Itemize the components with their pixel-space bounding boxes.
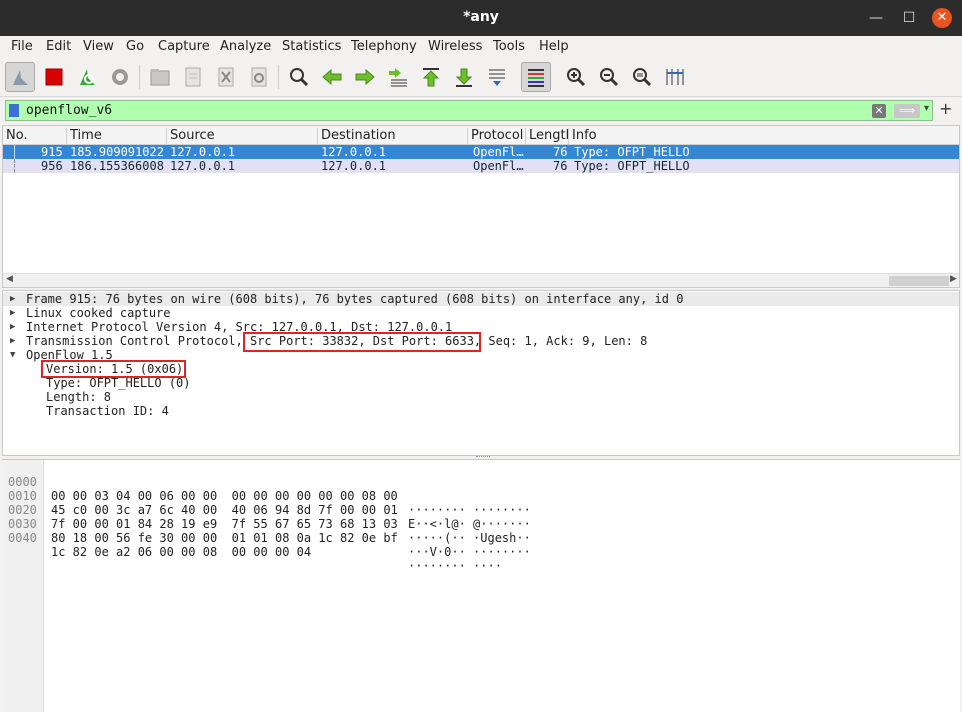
column-no[interactable]: No. <box>3 128 67 145</box>
hex-row[interactable]: 0020 7f 00 00 01 84 28 19 e9 7f 55 67 65… <box>2 489 531 545</box>
column-time[interactable]: Time <box>67 128 167 145</box>
annotation-box-ports <box>243 332 481 352</box>
display-filter-bar: ✕ ⟹ ▾ + <box>0 97 962 124</box>
toolbar-separator <box>139 65 140 89</box>
save-file-icon[interactable] <box>178 62 208 92</box>
packet-source: 127.0.0.1 <box>170 159 236 173</box>
scrollbar-thumb[interactable] <box>889 276 949 286</box>
related-packet-marker: │ <box>11 145 19 159</box>
packet-protocol: OpenFl… <box>473 159 524 173</box>
main-toolbar <box>0 57 962 97</box>
packet-row[interactable]: │ 915 185.909091022 127.0.0.1 127.0.0.1 … <box>3 145 959 159</box>
zoom-in-icon[interactable] <box>561 62 591 92</box>
stop-capture-icon[interactable] <box>39 62 69 92</box>
menu-bar: File Edit View Go Capture Analyze Statis… <box>0 36 962 57</box>
menu-telephony[interactable]: Telephony <box>351 39 417 54</box>
clear-filter-icon[interactable]: ✕ <box>872 104 886 118</box>
packet-time: 186.155366008 <box>70 159 164 173</box>
window-title: *any <box>463 9 499 25</box>
menu-view[interactable]: View <box>83 39 114 54</box>
scroll-left-icon[interactable]: ◀ <box>6 274 13 284</box>
title-bar: *any — ☐ ✕ <box>0 0 962 36</box>
column-protocol[interactable]: Protocol <box>468 128 526 145</box>
chevron-down-icon[interactable]: ▾ <box>924 103 929 114</box>
hex-row[interactable]: 0040 1c 82 0e a2 06 00 00 08 00 00 00 04… <box>2 517 502 573</box>
menu-capture[interactable]: Capture <box>158 39 210 54</box>
menu-analyze[interactable]: Analyze <box>220 39 271 54</box>
packet-length: 76 <box>553 159 568 173</box>
autoscroll-icon[interactable] <box>482 62 512 92</box>
menu-help[interactable]: Help <box>539 39 569 54</box>
maximize-icon[interactable]: ☐ <box>899 8 919 28</box>
apply-filter-icon[interactable]: ⟹ <box>894 104 920 118</box>
packet-bytes: 0000 00 00 03 04 00 06 00 00 00 00 00 00… <box>2 459 960 712</box>
go-last-icon[interactable] <box>449 62 479 92</box>
find-packet-icon[interactable] <box>284 62 314 92</box>
packet-protocol: OpenFl… <box>473 145 524 159</box>
packet-info: Type: OFPT_HELLO <box>574 159 690 173</box>
packet-source: 127.0.0.1 <box>170 145 236 159</box>
annotation-box-version <box>41 360 186 378</box>
go-first-icon[interactable] <box>416 62 446 92</box>
packet-list: No. Time Source Destination Protocol Len… <box>2 125 960 288</box>
menu-wireless[interactable]: Wireless <box>428 39 482 54</box>
menu-go[interactable]: Go <box>126 39 144 54</box>
go-to-packet-icon[interactable] <box>383 62 413 92</box>
column-length[interactable]: Length <box>526 128 569 145</box>
reload-file-icon[interactable] <box>244 62 274 92</box>
colorize-icon[interactable] <box>521 62 551 92</box>
packet-row[interactable]: ┆ 956 186.155366008 127.0.0.1 127.0.0.1 … <box>3 159 959 173</box>
go-forward-icon[interactable] <box>350 62 380 92</box>
go-back-icon[interactable] <box>317 62 347 92</box>
collapse-icon[interactable]: ▼ <box>10 348 15 362</box>
column-source[interactable]: Source <box>167 128 318 145</box>
packet-no: 915 <box>41 145 63 159</box>
packet-no: 956 <box>41 159 63 173</box>
zoom-out-icon[interactable] <box>594 62 624 92</box>
packet-info: Type: OFPT_HELLO <box>574 145 690 159</box>
expand-icon[interactable]: ▶ <box>10 334 15 348</box>
resize-columns-icon[interactable] <box>660 62 690 92</box>
open-file-icon[interactable] <box>145 62 175 92</box>
close-file-icon[interactable] <box>211 62 241 92</box>
column-info[interactable]: Info <box>569 128 959 145</box>
close-icon[interactable]: ✕ <box>932 8 952 28</box>
hex-row[interactable]: 0030 80 18 00 56 fe 30 00 00 01 01 08 0a… <box>2 503 531 559</box>
menu-file[interactable]: File <box>11 39 33 54</box>
toolbar-separator <box>278 65 279 89</box>
expand-icon[interactable]: ▶ <box>10 292 15 306</box>
packet-destination: 127.0.0.1 <box>321 145 387 159</box>
display-filter-field[interactable]: ✕ ⟹ ▾ <box>5 100 933 121</box>
add-filter-button[interactable]: + <box>939 99 952 118</box>
menu-statistics[interactable]: Statistics <box>282 39 341 54</box>
normal-size-icon[interactable] <box>627 62 657 92</box>
restart-capture-icon[interactable] <box>72 62 102 92</box>
horizontal-scrollbar[interactable]: ◀ ▶ <box>3 273 959 287</box>
minimize-icon[interactable]: — <box>866 8 886 28</box>
scroll-right-icon[interactable]: ▶ <box>950 274 957 284</box>
tcp-prefix: Transmission Control Protocol, <box>26 334 250 348</box>
column-destination[interactable]: Destination <box>318 128 468 145</box>
packet-time: 185.909091022 <box>70 145 164 159</box>
hex-row[interactable]: 0000 00 00 03 04 00 06 00 00 00 00 00 00… <box>2 461 531 517</box>
menu-tools[interactable]: Tools <box>493 39 525 54</box>
packet-destination: 127.0.0.1 <box>321 159 387 173</box>
packet-list-header: No. Time Source Destination Protocol Len… <box>3 126 959 145</box>
tcp-suffix: Seq: 1, Ack: 9, Len: 8 <box>481 334 648 348</box>
hex-row[interactable]: 0010 45 c0 00 3c a7 6c 40 00 40 06 94 8d… <box>2 475 531 531</box>
menu-edit[interactable]: Edit <box>46 39 71 54</box>
shark-fin-icon[interactable] <box>5 62 35 92</box>
capture-options-icon[interactable] <box>105 62 135 92</box>
expand-icon[interactable]: ▶ <box>10 306 15 320</box>
expand-icon[interactable]: ▶ <box>10 320 15 334</box>
related-packet-marker: ┆ <box>11 159 19 173</box>
display-filter-input[interactable] <box>26 101 866 120</box>
packet-length: 76 <box>553 145 568 159</box>
packet-details: ▶ Frame 915: 76 bytes on wire (608 bits)… <box>2 290 960 456</box>
bookmark-icon[interactable] <box>9 104 19 117</box>
